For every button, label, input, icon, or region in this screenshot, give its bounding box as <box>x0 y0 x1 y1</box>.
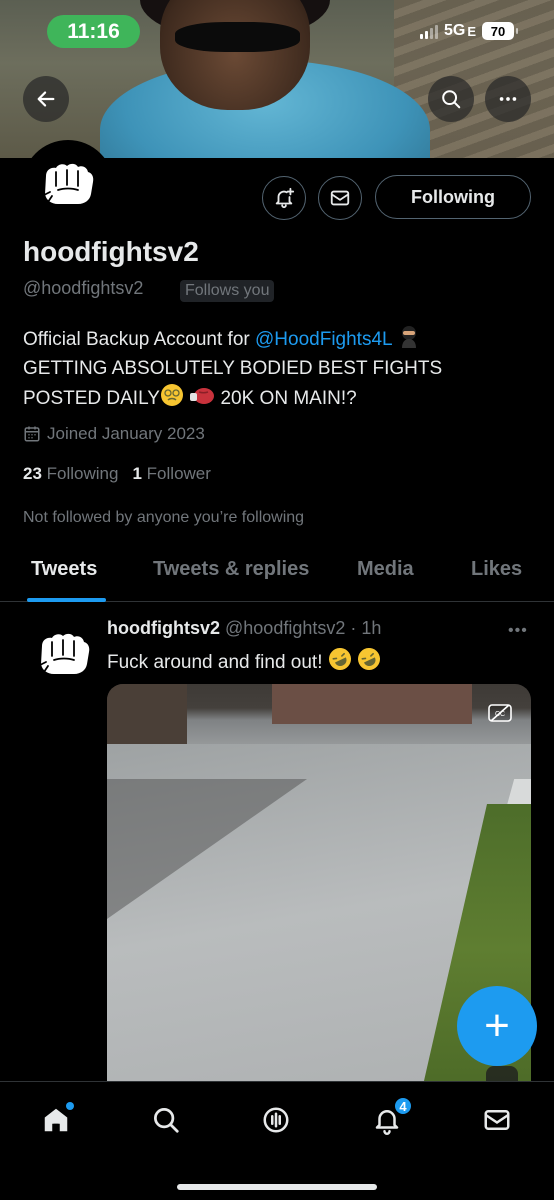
active-tab-indicator <box>27 598 106 602</box>
more-button[interactable] <box>485 76 531 122</box>
bottom-navigation: 4 <box>0 1081 554 1200</box>
bio-text-main: 20K ON MAIN!? <box>215 388 357 409</box>
status-time: 11:16 <box>47 15 140 48</box>
tweet-header: hoodfightsv2 @hoodfightsv2 · 1h <box>107 618 381 639</box>
envelope-icon <box>330 190 350 206</box>
rofl-emoji-icon <box>358 648 381 670</box>
mute-button[interactable] <box>486 1066 518 1082</box>
banner-face <box>160 0 310 110</box>
search-button[interactable] <box>428 76 474 122</box>
video-building-left <box>107 684 187 744</box>
follows-you-badge: Follows you <box>180 280 275 302</box>
search-icon <box>442 90 461 109</box>
profile-tabs: Tweets Tweets & replies Media Likes <box>0 548 554 602</box>
network-suffix: E <box>467 23 476 39</box>
notifications-badge: 4 <box>393 1096 413 1116</box>
bell-plus-icon <box>275 187 295 209</box>
svg-text:CC: CC <box>495 711 505 718</box>
tab-media[interactable]: Media <box>357 558 414 581</box>
home-icon <box>44 1108 68 1132</box>
profile-handle: @hoodfightsv2 <box>23 278 144 298</box>
nav-search[interactable] <box>146 1100 186 1140</box>
tweet-avatar[interactable] <box>34 632 94 682</box>
nav-notifications[interactable]: 4 <box>367 1096 413 1140</box>
search-icon <box>154 1108 179 1133</box>
profile-bio: Official Backup Account for @HoodFights4… <box>23 324 523 413</box>
profile-avatar[interactable] <box>22 140 114 232</box>
display-name: hoodfightsv2 <box>23 236 199 267</box>
bio-text-posted: POSTED DAILY <box>23 388 160 409</box>
fist-icon <box>43 163 94 204</box>
message-button[interactable] <box>318 176 362 220</box>
banner-mask <box>175 22 300 52</box>
following-count: 23 <box>23 464 42 483</box>
tweet-author-handle[interactable]: @hoodfightsv2 <box>225 618 345 638</box>
status-indicators: 5G E 70 <box>419 22 518 40</box>
tweet-text: Fuck around and find out! <box>107 647 381 674</box>
more-horizontal-icon <box>499 97 517 101</box>
following-label: Following <box>46 464 119 483</box>
tab-tweets-replies[interactable]: Tweets & replies <box>153 558 309 581</box>
video-building-right <box>272 684 472 724</box>
fist-icon <box>39 633 90 674</box>
follower-count: 1 <box>132 464 142 483</box>
spaces-icon <box>263 1107 289 1133</box>
follower-label: Follower <box>146 464 211 483</box>
bio-line-3: POSTED DAILY 20K ON MAIN!? <box>23 383 523 413</box>
tab-tweets[interactable]: Tweets <box>31 558 97 581</box>
back-button[interactable] <box>23 76 69 122</box>
rofl-emoji-icon <box>328 648 351 670</box>
arrow-left-icon <box>37 91 55 107</box>
home-unread-dot <box>66 1102 74 1110</box>
following-count-link[interactable]: 23 Following <box>23 464 118 484</box>
ninja-emoji-icon <box>402 326 417 348</box>
nav-messages[interactable] <box>477 1100 517 1140</box>
nav-home[interactable] <box>36 1100 76 1140</box>
follower-count-link[interactable]: 1 Follower <box>132 464 210 484</box>
home-indicator[interactable] <box>177 1184 377 1190</box>
tweet-author-name[interactable]: hoodfightsv2 <box>107 618 220 638</box>
joined-date: Joined January 2023 <box>23 424 205 444</box>
calendar-icon <box>24 426 40 442</box>
dizzy-face-emoji-icon <box>160 384 183 406</box>
compose-tweet-button[interactable]: + <box>457 986 537 1066</box>
tweet-body: Fuck around and find out! <box>107 652 323 673</box>
captions-off-icon[interactable]: CC <box>487 702 513 724</box>
bio-mention-link[interactable]: @HoodFights4L <box>255 329 392 350</box>
nav-spaces[interactable] <box>256 1100 296 1140</box>
bio-line-2: GETTING ABSOLUTELY BODIED BEST FIGHTS <box>23 358 443 379</box>
envelope-icon <box>484 1110 510 1130</box>
mutual-followers-text: Not followed by anyone you’re following <box>23 509 305 526</box>
following-button[interactable]: Following <box>375 175 531 219</box>
battery-icon: 70 <box>482 22 518 40</box>
follow-counts: 23 Following 1 Follower <box>23 464 211 484</box>
signal-icon <box>419 23 438 39</box>
bio-text: Official Backup Account for <box>23 329 255 350</box>
tweet-more-button[interactable]: ••• <box>508 622 528 640</box>
notify-button[interactable] <box>262 176 306 220</box>
tab-likes[interactable]: Likes <box>471 558 522 581</box>
boxing-glove-emoji-icon <box>190 388 215 404</box>
joined-text: Joined January 2023 <box>47 424 205 443</box>
tweet-time[interactable]: 1h <box>361 618 381 638</box>
bio-line-1: Official Backup Account for @HoodFights4… <box>23 324 523 354</box>
network-type: 5G <box>443 22 466 39</box>
